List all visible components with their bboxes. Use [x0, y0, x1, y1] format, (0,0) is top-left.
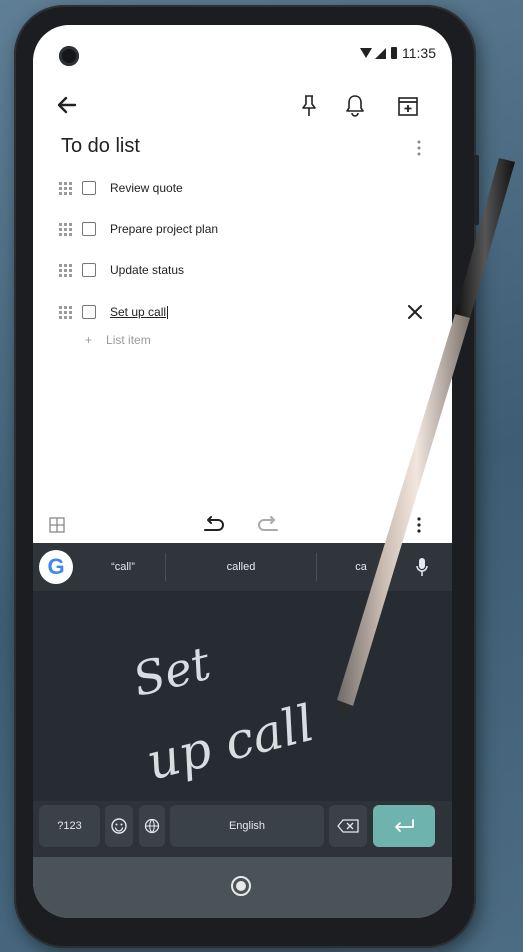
back-arrow-icon[interactable] — [53, 91, 81, 119]
text-cursor — [167, 305, 169, 319]
front-camera — [59, 46, 79, 66]
checkbox[interactable] — [82, 263, 96, 277]
signal-icon — [375, 47, 386, 59]
list-item-editing[interactable]: Set up call — [59, 300, 429, 324]
google-logo-icon[interactable]: G — [39, 550, 73, 584]
plus-icon: + — [85, 333, 93, 347]
list-item[interactable]: Prepare project plan — [59, 217, 429, 241]
add-list-item[interactable]: + List item — [85, 333, 151, 347]
backspace-icon[interactable] — [329, 805, 367, 847]
enter-icon[interactable] — [373, 805, 435, 847]
handwriting-area[interactable]: Set up call — [33, 591, 452, 801]
suggestion-divider — [165, 553, 166, 581]
more-vert-icon[interactable] — [411, 137, 427, 159]
grid-icon[interactable] — [47, 515, 67, 535]
suggestion-chip[interactable]: ca — [321, 543, 401, 591]
status-icons: 11:35 — [360, 45, 436, 61]
wifi-icon — [360, 48, 372, 58]
checkbox[interactable] — [82, 305, 96, 319]
suggestion-chip[interactable]: “call” — [85, 543, 161, 591]
list-item[interactable]: Update status — [59, 258, 429, 282]
list-item-input[interactable]: Set up call — [110, 305, 166, 319]
add-list-item-label: List item — [106, 333, 151, 347]
drag-handle-icon[interactable] — [59, 181, 72, 195]
list-item-label[interactable]: Review quote — [110, 181, 183, 195]
mic-icon[interactable] — [411, 555, 433, 579]
emoji-icon[interactable] — [105, 805, 133, 847]
list-item[interactable]: Review quote — [59, 176, 429, 200]
battery-icon — [391, 47, 397, 59]
symbols-key[interactable]: ?123 — [39, 805, 100, 847]
checkbox[interactable] — [82, 181, 96, 195]
note-title[interactable]: To do list — [61, 135, 140, 158]
pin-icon[interactable] — [297, 93, 321, 119]
phone-screen: 11:35 To do list Review quote Prepare pr… — [33, 25, 452, 918]
undo-icon[interactable] — [201, 513, 227, 537]
globe-icon[interactable] — [139, 805, 165, 847]
power-button — [474, 155, 479, 225]
suggestion-divider — [316, 553, 317, 581]
handwriting-line: up call — [141, 694, 320, 791]
status-time: 11:35 — [402, 45, 436, 61]
suggestion-chip[interactable]: called — [169, 543, 313, 591]
more-vert-icon[interactable] — [413, 515, 425, 535]
redo-icon[interactable] — [255, 513, 281, 537]
drag-handle-icon[interactable] — [59, 305, 72, 319]
archive-icon[interactable] — [395, 93, 421, 119]
handwriting-line: Set — [128, 636, 216, 707]
home-button-icon[interactable] — [231, 876, 251, 896]
drag-handle-icon[interactable] — [59, 222, 72, 236]
drag-handle-icon[interactable] — [59, 263, 72, 277]
close-icon[interactable] — [405, 302, 425, 322]
space-key[interactable]: English — [170, 805, 324, 847]
list-item-label[interactable]: Update status — [110, 263, 184, 277]
checkbox[interactable] — [82, 222, 96, 236]
bell-icon[interactable] — [343, 93, 367, 119]
list-item-label[interactable]: Prepare project plan — [110, 222, 218, 236]
